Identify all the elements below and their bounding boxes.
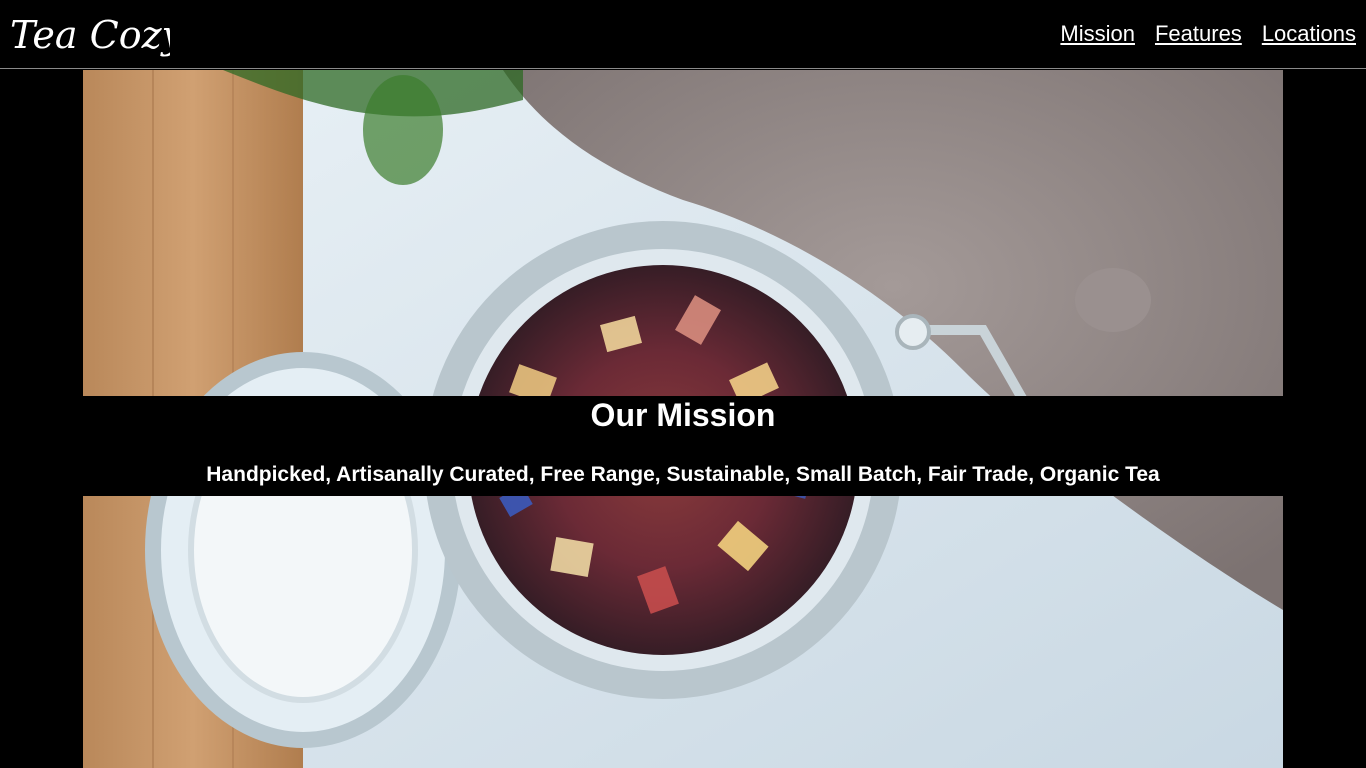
mission-section: Our Mission Handpicked, Artisanally Cura… [83, 396, 1283, 496]
mission-title: Our Mission [590, 397, 776, 433]
nav-link-mission[interactable]: Mission [1060, 21, 1135, 47]
mission-subtitle: Handpicked, Artisanally Curated, Free Ra… [206, 463, 1160, 486]
logo[interactable]: Tea Cozy [10, 0, 170, 69]
nav-link-locations[interactable]: Locations [1262, 21, 1356, 47]
nav-link-features[interactable]: Features [1155, 21, 1242, 47]
logo-text: Tea Cozy [10, 13, 170, 57]
main-nav: Mission Features Locations [1060, 21, 1356, 47]
site-header: Tea Cozy Mission Features Locations [0, 0, 1366, 69]
